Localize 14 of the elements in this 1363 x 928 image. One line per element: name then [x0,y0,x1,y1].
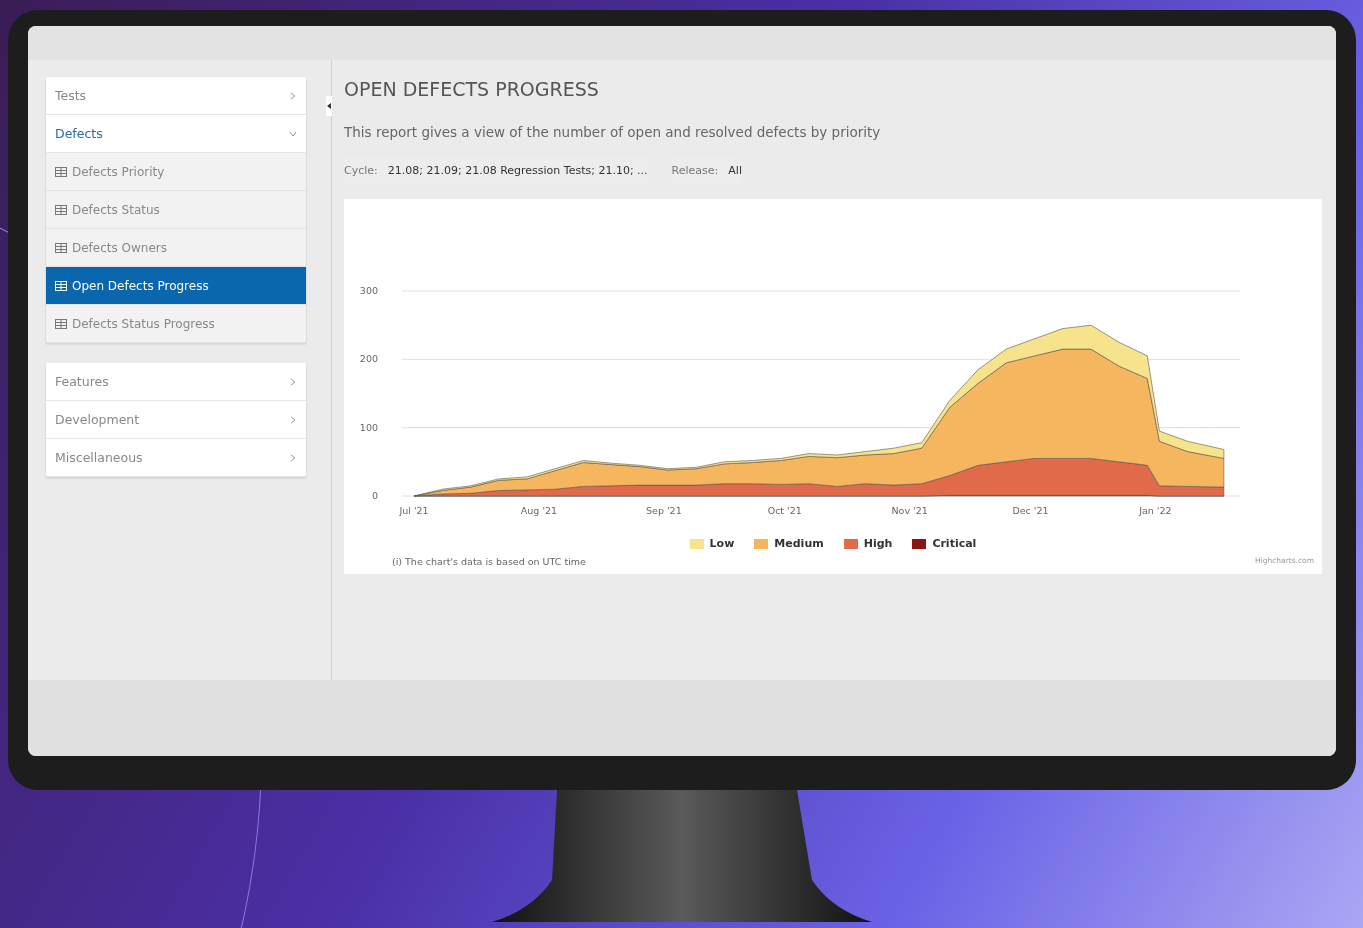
y-tick-label: 300 [359,285,378,296]
x-tick-label: Aug '21 [520,505,558,516]
x-tick-label: Nov '21 [891,505,928,516]
x-tick-label: Sep '21 [646,505,682,516]
x-tick-label: Jul '21 [399,505,429,516]
x-tick-label: Dec '21 [1012,505,1049,516]
x-tick-label: Jan '22 [1139,505,1172,516]
y-tick-label: 200 [359,353,378,365]
chart-note: (i) The chart's data is based on UTC time [392,556,586,567]
report-title: OPEN DEFECTS PROGRESS [344,78,600,100]
report-description: This report gives a view of the number of open and resolved defects by priority [344,124,882,140]
y-tick-label: 100 [359,421,378,433]
y-tick-label: 0 [371,490,378,501]
x-tick-label: Oct '21 [767,505,802,516]
